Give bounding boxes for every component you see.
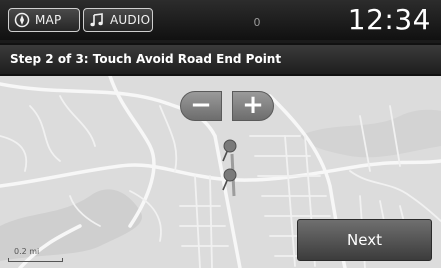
navigation-screen: MAP AUDIO 0 12:34 Step 2 of 3: Touch Avo…: [0, 0, 441, 268]
map-pin-icon[interactable]: [219, 139, 237, 163]
status-bar: MAP AUDIO 0 12:34: [0, 0, 441, 40]
map-scale-bar: [8, 258, 63, 262]
clock: 12:34: [347, 3, 431, 36]
next-button[interactable]: Next: [297, 219, 432, 261]
instruction-text: Step 2 of 3: Touch Avoid Road End Point: [10, 52, 282, 66]
instruction-banner: Step 2 of 3: Touch Avoid Road End Point: [0, 43, 441, 76]
map-pin-icon[interactable]: [219, 168, 237, 192]
map-tab-button[interactable]: MAP: [8, 8, 80, 32]
compass-icon: [11, 12, 33, 28]
map-scale-label: 0.2 mi: [14, 247, 40, 256]
zoom-out-button[interactable]: −: [180, 91, 222, 121]
map-tab-label: MAP: [35, 13, 62, 27]
zoom-in-button[interactable]: +: [232, 91, 274, 121]
signal-indicator: 0: [253, 16, 261, 29]
audio-tab-button[interactable]: AUDIO: [83, 8, 153, 32]
music-note-icon: [86, 12, 108, 28]
audio-tab-label: AUDIO: [110, 13, 151, 27]
